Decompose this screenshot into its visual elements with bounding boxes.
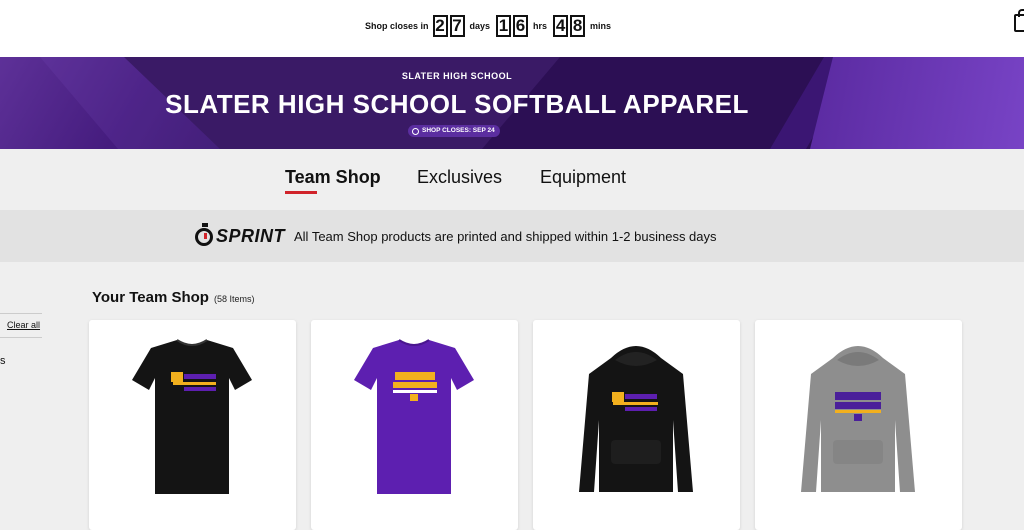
shop-countdown: Shop closes in 2 7 days 1 6 hrs 4 8 mins [365, 14, 617, 38]
tab-equipment[interactable]: Equipment [540, 167, 626, 188]
product-image-tee-purple [354, 339, 474, 494]
tab-exclusives[interactable]: Exclusives [417, 167, 502, 188]
clock-icon [412, 127, 419, 135]
shop-heading: Your Team Shop [92, 289, 209, 306]
filter-divider [0, 313, 42, 314]
countdown-digit: 6 [513, 15, 529, 37]
countdown-digit: 7 [449, 15, 465, 37]
clear-all-filters-link[interactable]: Clear all [7, 320, 40, 330]
sprint-logo: SPRINT [195, 222, 286, 247]
product-card[interactable] [755, 320, 962, 530]
filter-divider [0, 337, 42, 338]
shopping-bag-icon[interactable] [1014, 9, 1024, 32]
shop-tabs: Team Shop Exclusives Equipment [0, 150, 1024, 210]
sprint-message: All Team Shop products are printed and s… [294, 229, 717, 244]
page-title: SLATER HIGH SCHOOL SOFTBALL APPAREL [165, 89, 749, 119]
shop-closes-badge: SHOP CLOSES: SEP 24 [408, 125, 500, 137]
sprint-banner: SPRINT All Team Shop products are printe… [0, 210, 1024, 262]
filter-label[interactable]: s [0, 355, 6, 367]
shop-banner: SLATER HIGH SCHOOL SLATER HIGH SCHOOL SO… [0, 57, 1024, 149]
shop-closes-label: SHOP CLOSES: SEP 24 [422, 127, 495, 134]
product-card[interactable] [533, 320, 740, 530]
countdown-unit-days: days [469, 21, 491, 31]
countdown-digit: 4 [553, 15, 569, 37]
product-card[interactable] [89, 320, 296, 530]
product-image-hoodie-grey [801, 346, 915, 492]
countdown-label: Shop closes in [365, 21, 429, 31]
product-card[interactable] [311, 320, 518, 530]
countdown-digit: 1 [496, 15, 512, 37]
product-image-hoodie-black [579, 346, 693, 492]
top-bar: Shop closes in 2 7 days 1 6 hrs 4 8 mins [0, 0, 1024, 57]
sprint-logo-text: SPRINT [216, 226, 286, 246]
item-count: (58 Items) [214, 294, 255, 304]
stopwatch-icon [195, 222, 213, 246]
countdown-digit: 8 [570, 15, 586, 37]
countdown-unit-hours: hrs [533, 21, 548, 31]
countdown-unit-mins: mins [590, 21, 612, 31]
product-image-tee-black [132, 339, 252, 494]
countdown-digit: 2 [432, 15, 448, 37]
school-name: SLATER HIGH SCHOOL [401, 71, 513, 81]
tab-team-shop[interactable]: Team Shop [285, 167, 381, 194]
